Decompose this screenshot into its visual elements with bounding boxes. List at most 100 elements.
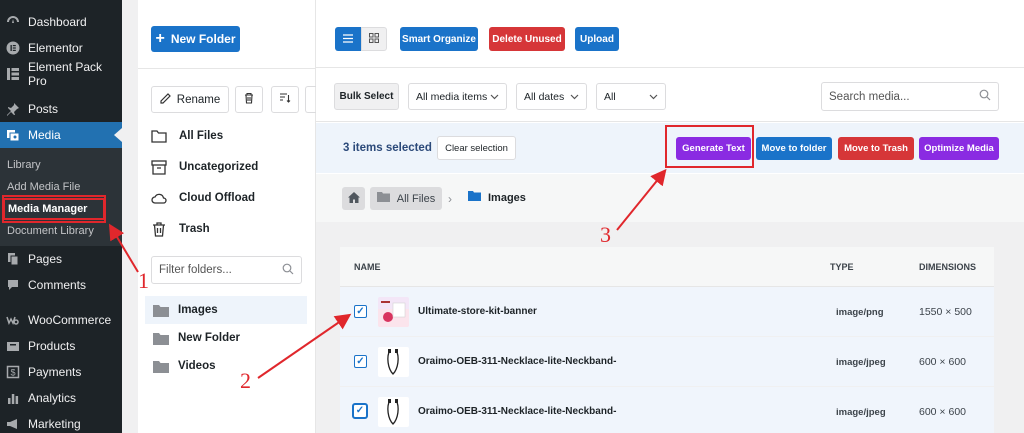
folder-cloud-offload[interactable]: Cloud Offload bbox=[151, 190, 255, 206]
element-pack-icon bbox=[6, 67, 20, 81]
delete-unused-button[interactable]: Delete Unused bbox=[489, 27, 565, 51]
file-type: image/jpeg bbox=[836, 357, 886, 368]
analytics-icon bbox=[6, 391, 20, 405]
annotation-number-1: 1 bbox=[138, 268, 149, 293]
breadcrumb-all-files[interactable]: All Files bbox=[370, 187, 442, 210]
column-header-name[interactable]: NAME bbox=[354, 262, 381, 272]
sidebar-item-pages[interactable]: Pages bbox=[0, 246, 122, 272]
filter-folders-input[interactable]: Filter folders... bbox=[151, 256, 302, 284]
edit-icon bbox=[160, 92, 172, 107]
folder-icon bbox=[153, 304, 169, 317]
sort-icon bbox=[279, 91, 291, 109]
row-checkbox[interactable]: ✓ bbox=[354, 305, 367, 318]
move-to-trash-button[interactable]: Move to Trash bbox=[838, 137, 914, 160]
svg-text:$: $ bbox=[10, 368, 15, 378]
folder-all-files[interactable]: All Files bbox=[151, 128, 223, 144]
move-to-folder-button[interactable]: Move to folder bbox=[756, 137, 832, 160]
sidebar-item-products[interactable]: Products bbox=[0, 333, 122, 359]
rename-button[interactable]: Rename bbox=[151, 86, 229, 113]
new-folder-label: New Folder bbox=[170, 32, 236, 46]
folder-icon bbox=[153, 360, 169, 373]
row-checkbox[interactable]: ✓ bbox=[354, 355, 367, 368]
sidebar-item-comments[interactable]: Comments bbox=[0, 272, 122, 298]
grid-view-button[interactable] bbox=[361, 27, 387, 51]
file-name[interactable]: Oraimo-OEB-311-Necklace-lite-Neckband- bbox=[418, 406, 616, 417]
sidebar-item-label: Element Pack Pro bbox=[28, 60, 103, 88]
folder-outline-icon bbox=[151, 128, 167, 144]
folder-label: Uncategorized bbox=[179, 161, 259, 173]
plus-icon: + bbox=[155, 30, 165, 47]
annotation-number-3: 3 bbox=[600, 222, 611, 247]
thumbnail bbox=[378, 297, 409, 327]
annotation-highlight-box bbox=[665, 125, 754, 168]
thumbnail bbox=[378, 347, 409, 377]
media-table-area: NAME TYPE DIMENSIONS ✓ Ultimate-store-ki… bbox=[316, 222, 1024, 433]
sidebar-item-label: Pages bbox=[28, 252, 63, 266]
tree-folder-images[interactable]: Images bbox=[145, 296, 307, 324]
file-name[interactable]: Ultimate-store-kit-banner bbox=[418, 306, 537, 317]
submenu-item-library[interactable]: Library bbox=[0, 154, 122, 176]
submenu-item-media-manager[interactable]: Media Manager bbox=[3, 198, 105, 220]
folder-panel: + New Folder Rename All Files Uncategori… bbox=[138, 0, 316, 433]
sidebar-item-woocommerce[interactable]: WooCommerce bbox=[0, 307, 122, 333]
search-media-input[interactable]: Search media... bbox=[821, 82, 999, 111]
media-type-select[interactable]: All media items bbox=[408, 83, 507, 110]
sidebar-item-elementor[interactable]: Elementor bbox=[0, 35, 122, 61]
clear-selection-button[interactable]: Clear selection bbox=[437, 136, 516, 160]
bulk-select-button[interactable]: Bulk Select bbox=[334, 83, 399, 110]
tree-folder-videos[interactable]: Videos bbox=[145, 352, 307, 380]
annotation-number-2: 2 bbox=[240, 368, 251, 393]
home-button[interactable] bbox=[342, 187, 365, 210]
file-name[interactable]: Oraimo-OEB-311-Necklace-lite-Neckband- bbox=[418, 356, 616, 367]
search-icon bbox=[282, 263, 294, 278]
status-select[interactable]: All bbox=[596, 83, 666, 110]
new-folder-button[interactable]: + New Folder bbox=[151, 26, 240, 52]
table-row[interactable]: ✓ Oraimo-OEB-311-Necklace-lite-Neckband-… bbox=[340, 337, 994, 387]
sidebar-item-label: WooCommerce bbox=[28, 313, 112, 327]
date-select[interactable]: All dates bbox=[516, 83, 587, 110]
submenu-item-document-library[interactable]: Document Library bbox=[0, 220, 122, 242]
media-manager-main: Smart Organize Delete Unused Upload Bulk… bbox=[316, 0, 1024, 433]
more-button[interactable] bbox=[305, 86, 316, 113]
sort-button[interactable] bbox=[271, 86, 299, 113]
folder-icon bbox=[468, 191, 481, 204]
table-header: NAME TYPE DIMENSIONS bbox=[340, 247, 994, 287]
sidebar-item-analytics[interactable]: Analytics bbox=[0, 385, 122, 411]
cloud-icon bbox=[151, 190, 167, 206]
delete-folder-button[interactable] bbox=[235, 86, 263, 113]
list-view-button[interactable] bbox=[335, 27, 361, 51]
tree-folder-label: Videos bbox=[178, 360, 216, 372]
folder-uncategorized[interactable]: Uncategorized bbox=[151, 159, 258, 175]
folder-label: Cloud Offload bbox=[179, 192, 256, 204]
folder-trash[interactable]: Trash bbox=[151, 221, 210, 237]
column-header-type[interactable]: TYPE bbox=[830, 262, 854, 272]
sidebar-item-dashboard[interactable]: Dashboard bbox=[0, 9, 122, 35]
grid-icon bbox=[369, 30, 379, 48]
sidebar-item-label: Posts bbox=[28, 102, 59, 116]
file-dimensions: 600 × 600 bbox=[919, 356, 967, 368]
table-row[interactable]: ✓ Oraimo-OEB-311-Necklace-lite-Neckband-… bbox=[340, 387, 994, 433]
comments-icon bbox=[6, 278, 20, 292]
payments-icon: $ bbox=[6, 365, 20, 379]
sidebar-item-element-pack[interactable]: Element Pack Pro bbox=[0, 60, 122, 88]
sidebar-item-media[interactable]: Media bbox=[0, 122, 122, 148]
table-row[interactable]: ✓ Ultimate-store-kit-banner image/png 15… bbox=[340, 287, 994, 337]
tree-folder-new-folder[interactable]: New Folder bbox=[145, 324, 307, 352]
woo-icon bbox=[6, 313, 20, 327]
sidebar-item-posts[interactable]: Posts bbox=[0, 96, 122, 122]
select-value: All media items bbox=[416, 90, 488, 103]
tree-folder-label: Images bbox=[178, 304, 218, 316]
row-checkbox[interactable]: ✓ bbox=[352, 403, 368, 419]
optimize-media-button[interactable]: Optimize Media bbox=[919, 137, 999, 160]
smart-organize-button[interactable]: Smart Organize bbox=[400, 27, 478, 51]
pin-icon bbox=[6, 102, 20, 116]
sidebar-item-marketing[interactable]: Marketing bbox=[0, 411, 122, 433]
submenu-item-add-media-file[interactable]: Add Media File bbox=[0, 176, 122, 198]
file-type: image/jpeg bbox=[836, 407, 886, 418]
sidebar-item-payments[interactable]: $ Payments bbox=[0, 359, 122, 385]
divider bbox=[138, 68, 316, 69]
upload-button[interactable]: Upload bbox=[575, 27, 619, 51]
file-dimensions: 1550 × 500 bbox=[919, 306, 972, 318]
column-header-dimensions[interactable]: DIMENSIONS bbox=[919, 262, 976, 272]
marketing-icon bbox=[6, 417, 20, 431]
